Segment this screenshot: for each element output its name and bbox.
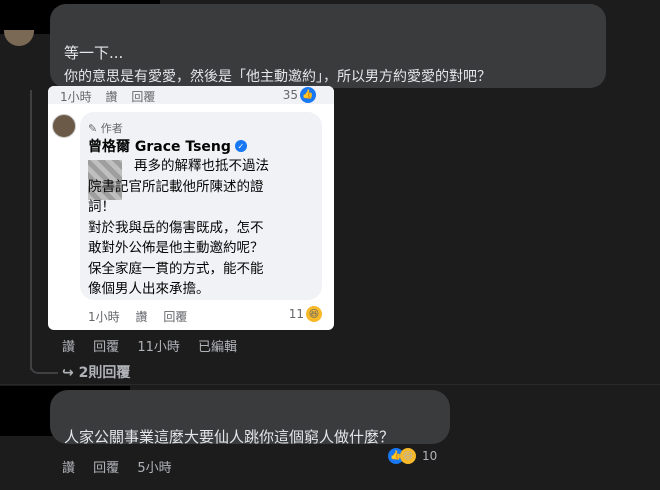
embedded-time-top: 1小時: [60, 90, 92, 104]
comment-bubble-2: 人家公關事業這麼大要仙人跳你這個窮人做什麼？: [50, 390, 450, 446]
divider: [0, 384, 660, 385]
embedded-line-1: 再多的解釋也抵不過法: [134, 158, 269, 174]
like-button[interactable]: 讚: [62, 340, 75, 355]
thread-line: [30, 90, 32, 370]
avatar[interactable]: [4, 30, 34, 46]
embedded-reply-top: 回覆: [131, 90, 156, 104]
embedded-line-2: 院書記官所記載他所陳述的證: [88, 178, 264, 195]
embedded-comment-bubble: ✎ 作者 曾格爾 Grace Tseng ✓ 再多的解釋也抵不過法 院書記官所記…: [80, 112, 322, 300]
embedded-like-top: 讚: [105, 90, 118, 104]
comment-bubble-1: 等一下... 你的意思是有愛愛，然後是「他主動邀約」，所以男方約愛愛的對吧？: [50, 4, 606, 88]
comment-line-1: 等一下...: [64, 44, 124, 62]
embedded-reply: 回覆: [163, 310, 188, 324]
reply-button-2[interactable]: 回覆: [93, 461, 119, 476]
author-avatar: [52, 114, 76, 138]
comment-line-2: 你的意思是有愛愛，然後是「他主動邀約」，所以男方約愛愛的對吧？: [64, 69, 491, 85]
haha-icon: 😆: [306, 306, 322, 322]
embedded-line-5: 敢對外公佈是他主動邀約呢？: [88, 240, 264, 256]
embedded-top-count: 35 👍: [283, 87, 316, 103]
embedded-line-4: 對於我與岳的傷害既成，怎不: [88, 219, 264, 236]
view-replies-link[interactable]: ↪ 2則回覆: [62, 362, 130, 382]
embedded-line-7: 像個男人出來承擔。: [88, 281, 210, 297]
comment2-actions: 讚 回覆 5小時: [62, 457, 186, 476]
embedded-line-3: 詞！: [88, 199, 115, 215]
like-button-2[interactable]: 讚: [62, 461, 75, 476]
author-name-text: 曾格爾 Grace Tseng: [88, 139, 231, 155]
embedded-screenshot: 1小時 讚 回覆 35 👍 ✎ 作者 曾格爾 Grace Tseng ✓ 再多的…: [48, 86, 334, 330]
comment2-reactions[interactable]: 👍 😆 10: [388, 448, 437, 464]
embedded-body: 再多的解釋也抵不過法 院書記官所記載他所陳述的證 詞！ 對於我與岳的傷害既成，怎…: [88, 156, 320, 300]
embedded-reactions: 11 😆: [289, 306, 322, 322]
comment2-reaction-count: 10: [422, 449, 438, 463]
embedded-line-6: 保全家庭一貫的方式，能不能: [88, 260, 264, 277]
embedded-bottom-actions: 1小時 讚 回覆: [88, 308, 199, 325]
thread-hook: [30, 360, 58, 374]
verified-badge-icon: ✓: [234, 140, 247, 152]
embedded-top-bar: 1小時 讚 回覆 35 👍: [48, 86, 334, 104]
comment1-actions: 讚 回覆 11小時 已編輯: [62, 336, 251, 355]
embedded-top-count-value: 35: [282, 88, 298, 102]
haha-icon: 😆: [400, 448, 416, 464]
reply-button[interactable]: 回覆: [93, 340, 119, 355]
comment1-timestamp[interactable]: 11小時: [137, 340, 180, 355]
author-name: 曾格爾 Grace Tseng ✓: [88, 136, 247, 156]
comment2-text: 人家公關事業這麼大要仙人跳你這個窮人做什麼？: [64, 428, 395, 446]
embedded-like: 讚: [135, 310, 148, 324]
embedded-reaction-count: 11: [288, 307, 304, 321]
edited-label[interactable]: 已編輯: [198, 340, 237, 355]
author-tag: ✎ 作者: [88, 122, 123, 135]
like-icon: 👍: [300, 87, 316, 103]
embedded-time: 1小時: [88, 310, 120, 324]
comment2-timestamp[interactable]: 5小時: [137, 461, 171, 476]
author-tag-label: 作者: [100, 122, 123, 135]
